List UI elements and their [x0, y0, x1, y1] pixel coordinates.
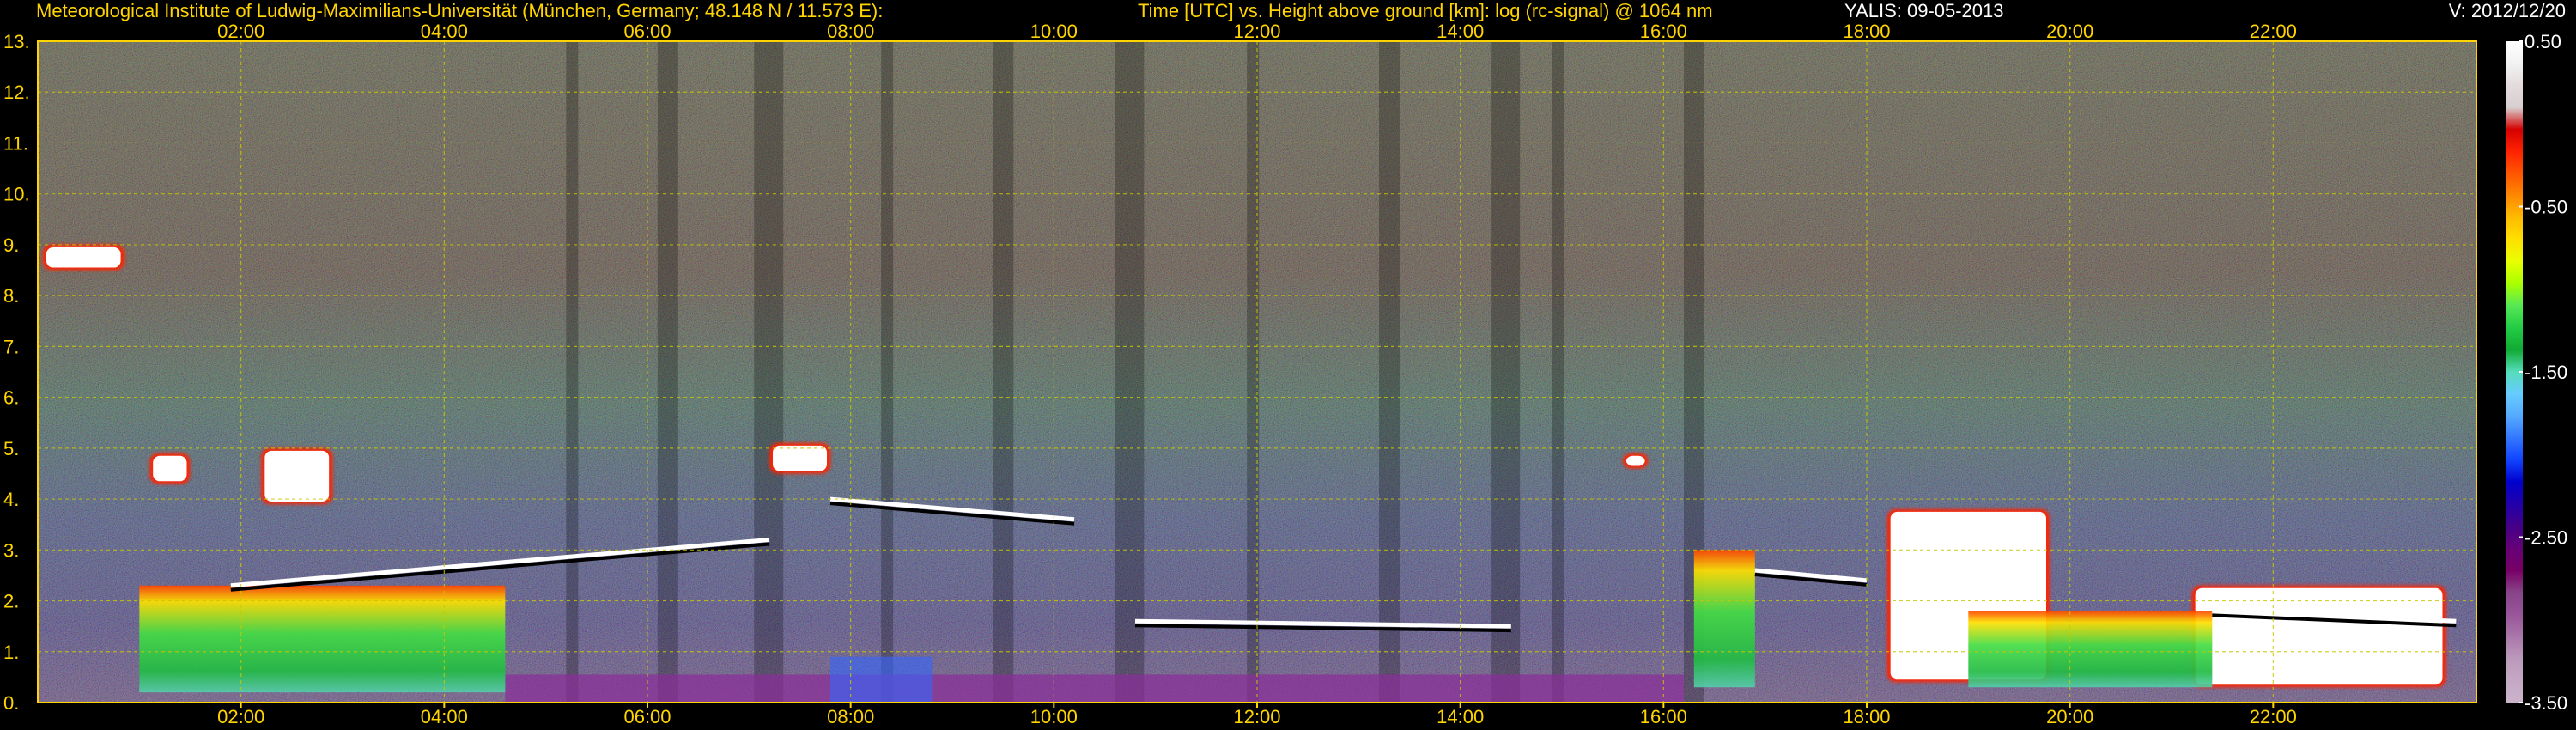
x-tick-label-bottom: 18:00 [1843, 706, 1890, 727]
x-tick-label-top: 14:00 [1437, 21, 1484, 42]
y-tick-label: 13. [3, 31, 30, 52]
signal-streak [754, 41, 784, 703]
x-tick-label-bottom: 02:00 [217, 706, 264, 727]
y-tick-label: 4. [3, 489, 19, 510]
y-tick-label: 0. [3, 692, 19, 714]
x-tick-label-top: 20:00 [2046, 21, 2093, 42]
signal-streak [993, 41, 1014, 703]
colorbar: 0.50 -0.50 -1.50 -2.50 -3.50 [2506, 31, 2567, 714]
signal-streak [881, 41, 894, 703]
x-tick-label-top: 16:00 [1640, 21, 1687, 42]
y-tick-label: 1. [3, 642, 19, 663]
lidar-chart: 02:00 04:00 06:00 08:00 10:00 12:00 14:00 16:00… [3, 21, 2567, 727]
y-tick-label: 6. [3, 387, 19, 409]
cloud-core [46, 246, 121, 268]
signal-streak [1379, 41, 1400, 703]
signal-streak [566, 41, 579, 703]
cloud-core [773, 445, 827, 471]
signal-streak [1491, 41, 1521, 703]
cloud-core [264, 450, 330, 502]
x-tick-label-bottom: 06:00 [623, 706, 671, 727]
x-tick-label-top: 10:00 [1030, 21, 1078, 42]
boundary-layer [1693, 550, 1755, 688]
y-tick-label: 5. [3, 438, 19, 459]
x-axis-top: 02:00 04:00 06:00 08:00 10:00 12:00 14:00 16:00… [217, 21, 2297, 42]
boundary-layer [1968, 611, 2213, 688]
x-tick-label-top: 12:00 [1233, 21, 1280, 42]
colorbar-tick-label: -3.50 [2524, 692, 2567, 714]
cloud-core [1626, 455, 1645, 466]
colorbar-tick-label: -1.50 [2524, 362, 2567, 383]
x-tick-label-bottom: 16:00 [1640, 706, 1687, 727]
colorbar-tick-label: 0.50 [2524, 31, 2561, 52]
y-tick-label: 11. [3, 132, 28, 154]
x-tick-label-bottom: 12:00 [1233, 706, 1280, 727]
x-tick-label-bottom: 20:00 [2046, 706, 2093, 727]
near-ground-band [505, 674, 1685, 703]
y-tick-label: 3. [3, 539, 19, 561]
near-ground-band [830, 656, 933, 703]
x-tick-label-top: 04:00 [421, 21, 468, 42]
x-tick-label-top: 18:00 [1843, 21, 1890, 42]
cloud-core [2195, 587, 2443, 685]
x-tick-label-top: 08:00 [827, 21, 874, 42]
x-tick-label-bottom: 22:00 [2250, 706, 2297, 727]
x-axis-bottom: 02:00 04:00 06:00 08:00 10:00 12:00 14:00 16:00… [217, 703, 2297, 727]
cloud-core [153, 455, 187, 482]
y-axis: 0. 1. 2. 3. 4. 5. 6. 7. 8. 9. 10. 11. 12. 13. [3, 31, 30, 714]
boundary-layer [139, 585, 506, 693]
y-tick-label: 2. [3, 591, 19, 612]
x-tick-label-top: 06:00 [623, 21, 671, 42]
y-tick-label: 7. [3, 336, 19, 357]
x-tick-label-bottom: 10:00 [1030, 706, 1078, 727]
colorbar-tick-label: -2.50 [2524, 527, 2567, 549]
y-tick-label: 8. [3, 285, 19, 307]
signal-streak [657, 41, 678, 703]
x-tick-label-top: 22:00 [2250, 21, 2297, 42]
x-tick-label-top: 02:00 [217, 21, 264, 42]
y-tick-label: 12. [3, 82, 30, 103]
x-tick-label-bottom: 08:00 [827, 706, 874, 727]
y-tick-label: 9. [3, 234, 19, 256]
signal-streak [1552, 41, 1564, 703]
signal-streak [1115, 41, 1145, 703]
x-tick-label-bottom: 14:00 [1437, 706, 1484, 727]
colorbar-tick-label: -0.50 [2524, 197, 2567, 218]
y-tick-label: 10. [3, 184, 30, 205]
x-tick-label-bottom: 04:00 [421, 706, 468, 727]
